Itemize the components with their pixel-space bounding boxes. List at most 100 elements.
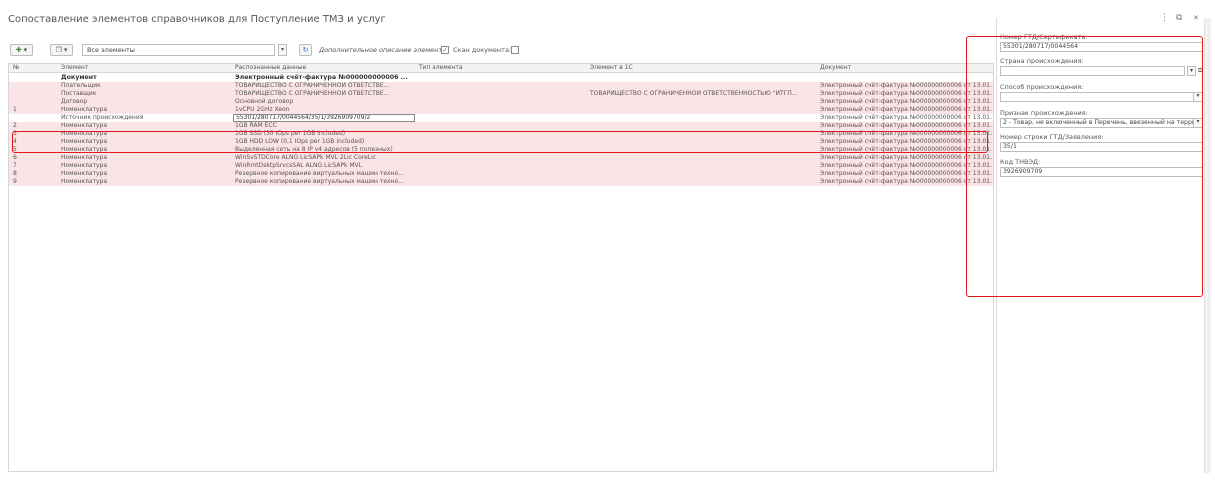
gtd-label: Номер ГТД/Сертификата: — [1000, 33, 1088, 41]
details-panel: Номер ГТД/Сертификата: 55301/280717/0044… — [996, 18, 1204, 473]
row-element: Плательщик — [61, 82, 101, 89]
filter-dropdown-button[interactable]: ▾ — [278, 44, 287, 56]
tnved-label: Код ТНВЭД: — [1000, 158, 1041, 166]
country-label: Страна происхождения: — [1000, 57, 1084, 65]
gtd-number-field[interactable]: 55301/280717/0044564 — [1000, 42, 1203, 52]
row-recognized: Электронный счёт-фактура №000000000006 .… — [235, 74, 408, 81]
header-number[interactable]: № — [13, 64, 19, 72]
country-field[interactable] — [1000, 66, 1185, 76]
row-element: Номенклатура — [61, 170, 107, 177]
table-row[interactable]: Поставщик ТОВАРИЩЕСТВО С ОГРАНИЧЕННОЙ ОТВ… — [9, 90, 993, 98]
table-row[interactable]: 6 Номенклатура WinSvSTDCore ALNG LicSAPk M… — [9, 154, 993, 162]
row-element: Номенклатура — [61, 178, 107, 185]
extra-description-checkbox[interactable]: ✓ — [441, 46, 449, 54]
row-document: Электронный счёт-фактура №000000000006 о… — [820, 98, 992, 105]
row-element: Номенклатура — [61, 122, 107, 129]
row-recognized: 1GB HDD LOW (0,1 IOps per 1GB included) — [235, 138, 365, 145]
row-document: Электронный счёт-фактура №000000000006 о… — [820, 130, 992, 137]
header-document[interactable]: Документ — [820, 64, 851, 72]
table-row[interactable]: 5 Номенклатура Выделенная сеть на 8 IP v4 … — [9, 146, 993, 154]
row-document: Электронный счёт-фактура №000000000006 о… — [820, 122, 992, 129]
add-element-button[interactable]: ✚ ▾ — [10, 44, 33, 56]
tnved-field[interactable]: 3926909709 — [1000, 167, 1203, 177]
row-number: 3 — [13, 130, 17, 137]
row-element: Поставщик — [61, 90, 97, 97]
row-recognized: WinRmtDsktpSrvcsSAL ALNG LicSAPk MVL — [235, 162, 362, 169]
row-document: Электронный счёт-фактура №000000000006 о… — [820, 154, 992, 161]
row-document: Электронный счёт-фактура №000000000006 о… — [820, 170, 992, 177]
row-element: Договор — [61, 98, 88, 105]
header-element[interactable]: Элемент — [61, 64, 88, 72]
header-recognized[interactable]: Распознанные данные — [235, 64, 306, 72]
copy-element-button[interactable]: ❐ ▾ — [50, 44, 73, 56]
table-row[interactable]: 9 Номенклатура Резервное копирование вирту… — [9, 178, 993, 186]
table-row[interactable]: 1 Номенклатура 1vCPU 2GHz Xeon Электронный … — [9, 106, 993, 114]
row-number: 7 — [13, 162, 17, 169]
row-number: 2 — [13, 122, 17, 129]
table-row[interactable]: 3 Номенклатура 1GB SSD (30 IOps per 1GB in… — [9, 130, 993, 138]
scan-document-checkbox[interactable] — [511, 46, 519, 54]
row-recognized: 1GB RAM ECC — [235, 122, 277, 129]
extra-description-label: Дополнительное описание элемента: — [319, 46, 449, 54]
row-number: 1 — [13, 106, 17, 113]
header-element-1c[interactable]: Элемент в 1С — [590, 64, 633, 72]
sign-label: Признак происхождения: — [1000, 109, 1088, 117]
menu-arrow-icon: ▾ — [63, 46, 68, 54]
row-document: Электронный счёт-фактура №000000000006 о… — [820, 106, 992, 113]
menu-arrow-icon: ▾ — [23, 46, 28, 54]
row-document: Электронный счёт-фактура №000000000006 о… — [820, 82, 992, 89]
refresh-mapping-button[interactable]: ↻ — [299, 44, 312, 56]
mapping-table[interactable]: № Элемент Распознанные данные Тип элемен… — [8, 63, 994, 472]
row-element: Номенклатура — [61, 162, 107, 169]
table-row[interactable]: Источник происхождения 55301/280717/00445… — [9, 114, 993, 122]
method-dropdown-icon[interactable]: ▾ — [1193, 93, 1202, 101]
row-recognized: WinSvSTDCore ALNG LicSAPk MVL 2Lic CoreL… — [235, 154, 377, 161]
row-number: 4 — [13, 138, 17, 145]
row-recognized: ТОВАРИЩЕСТВО С ОГРАНИЧЕННОЙ ОТВЕТСТВЕ... — [235, 90, 390, 97]
row-number: 8 — [13, 170, 17, 177]
row-document: Электронный счёт-фактура №000000000006 о… — [820, 146, 992, 153]
row-document: Электронный счёт-фактура №000000000006 о… — [820, 162, 992, 169]
row-document: Электронный счёт-фактура №000000000006 о… — [820, 114, 992, 121]
row-element: Документ — [61, 74, 97, 81]
row-number: 5 — [13, 146, 17, 153]
row-document: Электронный счёт-фактура №000000000006 о… — [820, 178, 992, 185]
row-document: Электронный счёт-фактура №000000000006 о… — [820, 138, 992, 145]
row-recognized: 1GB SSD (30 IOps per 1GB included) — [235, 130, 346, 137]
scan-document-label: Скан документа: — [453, 46, 512, 54]
sign-value: 2 - Товар, не включенный в Перечень, вве… — [1003, 119, 1196, 126]
recognized-edit-field[interactable]: 55301/280717/0044564/35/1/3926909709/2 — [233, 114, 415, 122]
gtd-row-field[interactable]: 35/1 — [1000, 142, 1203, 152]
row-recognized: Резервное копирование виртуальных машин … — [235, 178, 404, 185]
table-row[interactable]: Документ Электронный счёт-фактура №000000… — [9, 74, 993, 82]
row-recognized: Основной договор — [235, 98, 294, 105]
table-row[interactable]: 8 Номенклатура Резервное копирование вирту… — [9, 170, 993, 178]
table-row[interactable]: Договор Основной договор Электронный счёт-… — [9, 98, 993, 106]
window-title: Сопоставление элементов справочников для… — [8, 14, 386, 25]
open-country-icon[interactable]: ⧉ — [1196, 66, 1204, 76]
sign-dropdown-icon[interactable]: ▾ — [1193, 119, 1202, 127]
header-type[interactable]: Тип элемента — [419, 64, 463, 72]
row-recognized: ТОВАРИЩЕСТВО С ОГРАНИЧЕННОЙ ОТВЕТСТВЕ... — [235, 82, 390, 89]
row-element: Номенклатура — [61, 130, 107, 137]
refresh-icon: ↻ — [302, 46, 309, 54]
row-element: Номенклатура — [61, 138, 107, 145]
vertical-scrollbar[interactable] — [1204, 18, 1211, 473]
document-icon: ❐ — [55, 46, 62, 54]
sign-field[interactable]: 2 - Товар, не включенный в Перечень, вве… — [1000, 118, 1203, 128]
row-document: Электронный счёт-фактура №000000000006 о… — [820, 90, 992, 97]
table-row[interactable]: 7 Номенклатура WinRmtDsktpSrvcsSAL ALNG Li… — [9, 162, 993, 170]
method-field[interactable]: ▾ — [1000, 92, 1203, 102]
table-row[interactable]: Плательщик ТОВАРИЩЕСТВО С ОГРАНИЧЕННОЙ ОТ… — [9, 82, 993, 90]
method-label: Способ происхождения: — [1000, 83, 1084, 91]
row-number: 6 — [13, 154, 17, 161]
row-element: Номенклатура — [61, 106, 107, 113]
gtd-row-label: Номер строки ГТД/Заявления: — [1000, 133, 1104, 141]
filter-select[interactable]: Все элементы — [82, 44, 275, 56]
row-element: Номенклатура — [61, 154, 107, 161]
country-dropdown-button[interactable]: ▾ — [1187, 66, 1196, 76]
table-header: № Элемент Распознанные данные Тип элемен… — [9, 64, 993, 73]
table-row[interactable]: 2 Номенклатура 1GB RAM ECC Электронный счёт… — [9, 122, 993, 130]
row-element: Источник происхождения — [61, 114, 144, 121]
table-row[interactable]: 4 Номенклатура 1GB HDD LOW (0,1 IOps per 1… — [9, 138, 993, 146]
